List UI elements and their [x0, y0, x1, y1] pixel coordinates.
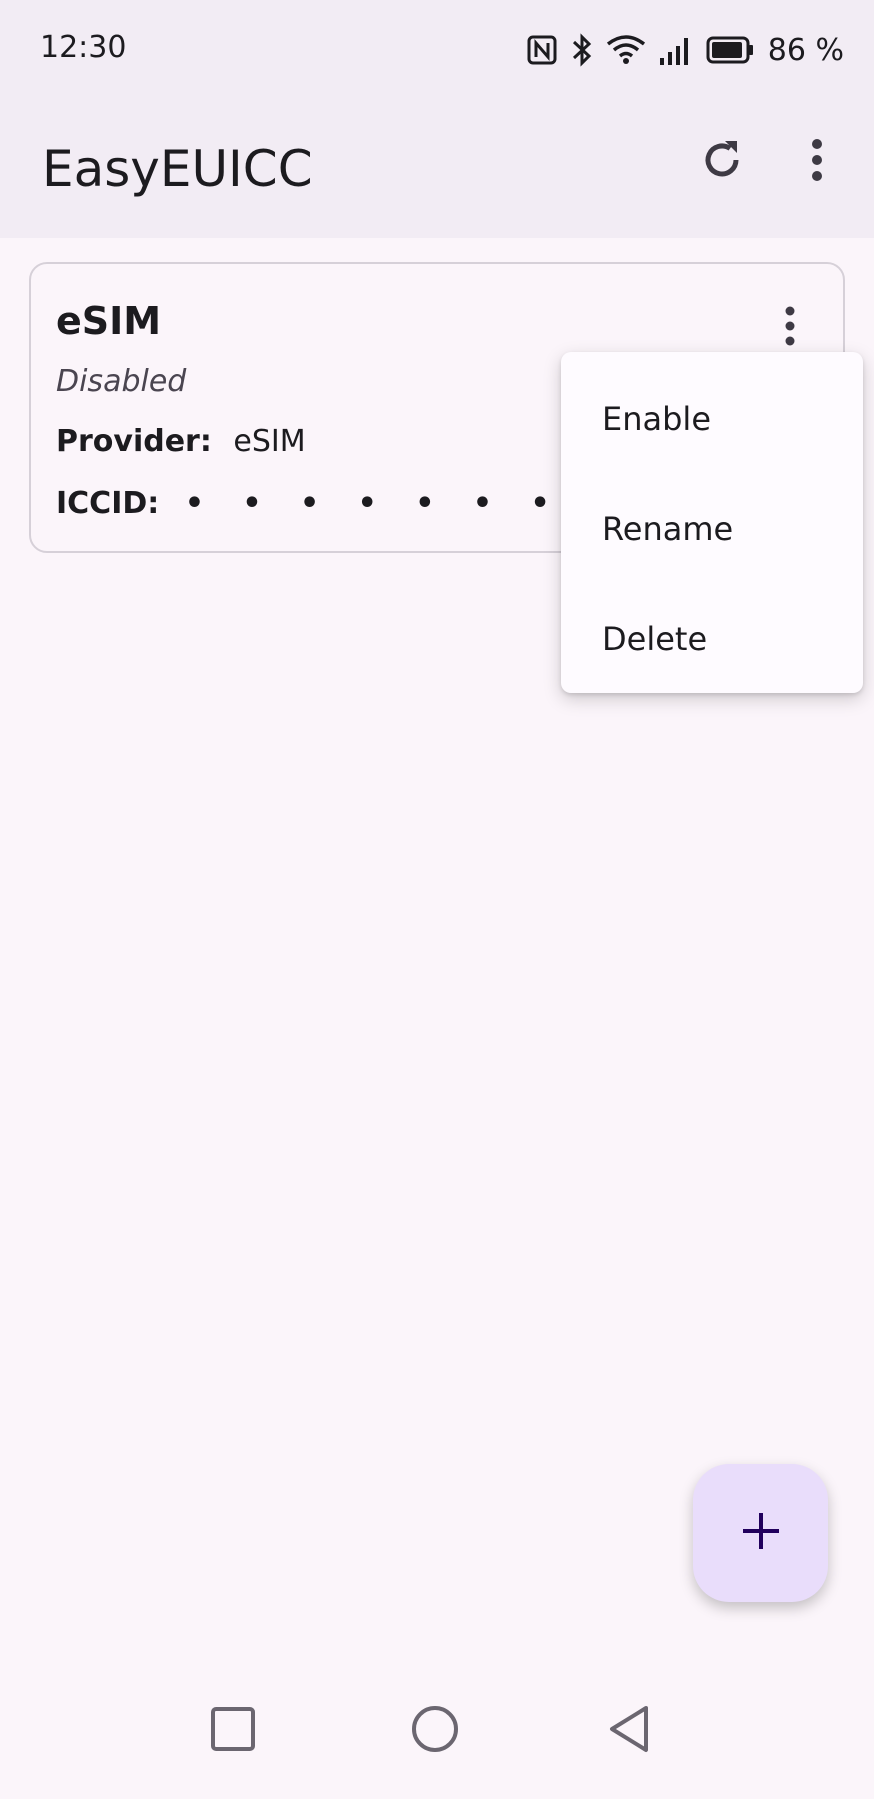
nfc-icon: [526, 34, 558, 66]
status-time: 12:30: [40, 30, 127, 65]
provider-row: Provider: eSIM: [56, 424, 306, 459]
profile-popup-menu: Enable Rename Delete: [561, 352, 863, 693]
wifi-icon: [606, 34, 646, 66]
home-button[interactable]: [410, 1704, 460, 1758]
recents-button[interactable]: [210, 1706, 256, 1756]
plus-icon: [741, 1511, 781, 1555]
profile-menu-button[interactable]: [758, 296, 822, 360]
bluetooth-icon: [570, 33, 594, 67]
screen: 12:30 86 % EasyEUICC eSIM Disabled Provi…: [0, 0, 874, 1799]
overflow-menu-button[interactable]: [785, 130, 849, 194]
menu-item-rename[interactable]: Rename: [561, 474, 863, 584]
provider-value: eSIM: [233, 424, 306, 459]
menu-item-enable[interactable]: Enable: [561, 364, 863, 474]
system-nav-bar: [0, 1670, 874, 1799]
iccid-label: ICCID:: [56, 486, 160, 521]
back-button[interactable]: [606, 1704, 652, 1758]
battery-icon: [706, 35, 754, 65]
more-vert-icon: [783, 306, 797, 350]
status-icons: 86 %: [526, 30, 844, 70]
home-icon: [410, 1706, 460, 1758]
app-title: EasyEUICC: [42, 140, 313, 198]
battery-percent: 86 %: [767, 32, 844, 68]
refresh-icon: [699, 137, 745, 187]
refresh-button[interactable]: [690, 130, 754, 194]
cell-signal-icon: [658, 34, 694, 66]
recents-icon: [210, 1707, 256, 1756]
provider-label: Provider:: [56, 424, 212, 459]
more-vert-icon: [809, 138, 825, 186]
add-profile-fab[interactable]: [693, 1464, 828, 1602]
status-bar: 12:30 86 %: [0, 0, 874, 100]
profile-name: eSIM: [56, 299, 162, 343]
back-icon: [606, 1706, 652, 1758]
profile-status: Disabled: [56, 364, 187, 399]
menu-item-delete[interactable]: Delete: [561, 584, 863, 694]
